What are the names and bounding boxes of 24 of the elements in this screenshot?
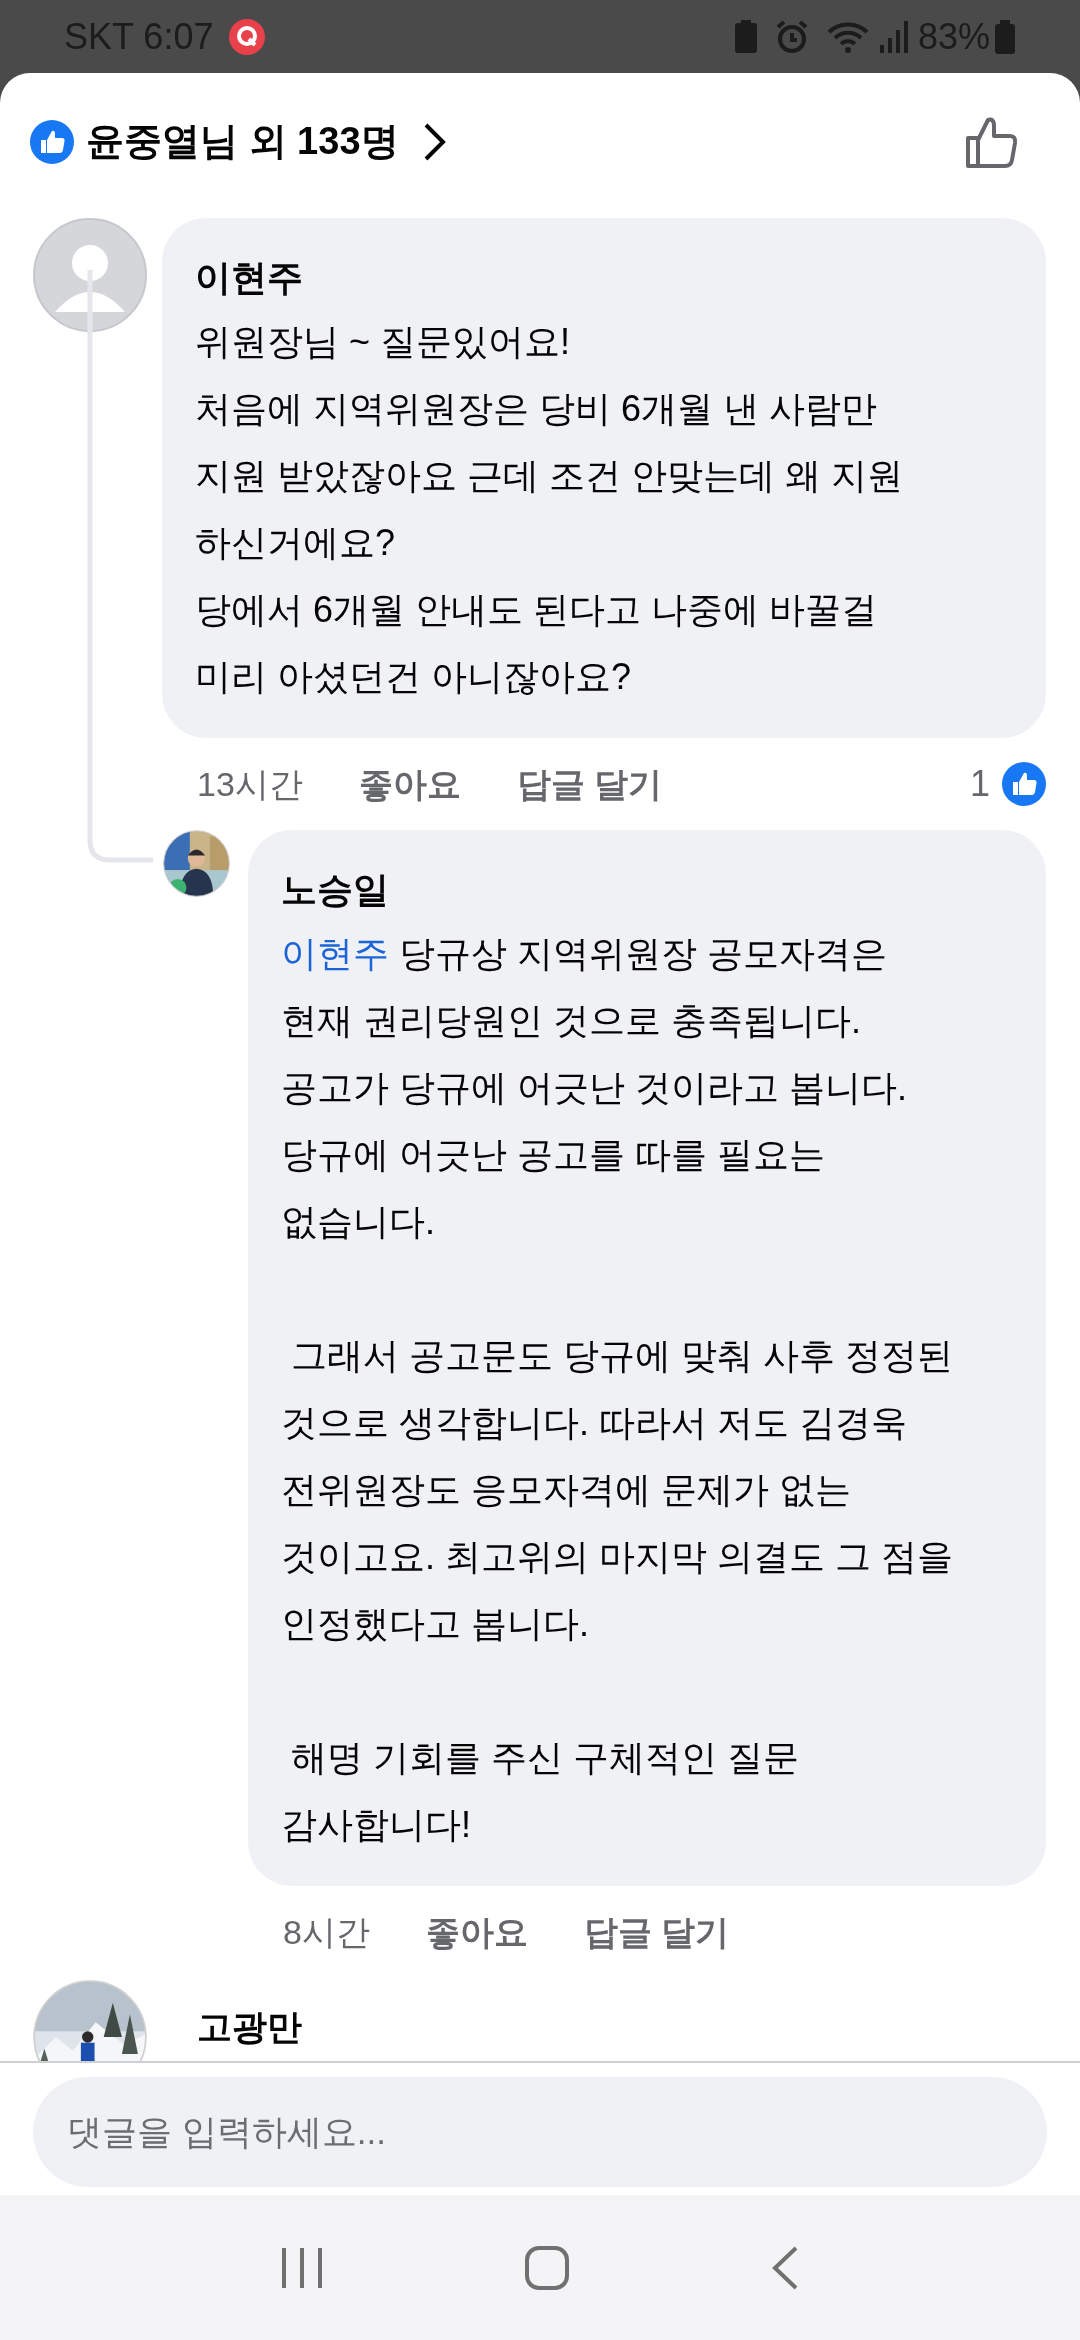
app-notification-icon (229, 18, 266, 55)
comment-input-field[interactable]: 댓글을 입력하세요... (33, 2077, 1047, 2187)
comment-time: 13시간 (197, 763, 303, 805)
reactions-link[interactable]: 윤중열님 외 133명 (30, 113, 447, 170)
like-link[interactable]: 좋아요 (358, 758, 461, 810)
comment-author: 이현주 (195, 256, 304, 300)
like-link[interactable]: 좋아요 (425, 1906, 528, 1958)
battery-icon (994, 19, 1016, 54)
comment-text: 위원장님 ~ 질문있어요! 처음에 지역위원장은 당비 6개월 낸 사람만 지원 받았잖아요 근데 조건 안맞는데 왜 지원 하신거에요? 당에서 6개월 안내도 된다고 나중에 바꿀걸 미리 아셨던건 아니잖아요? (195, 320, 904, 699)
signal-icon (879, 20, 910, 53)
reaction-count: 1 (969, 762, 990, 806)
comment-author: 고광만 (197, 2006, 302, 2048)
like-reaction-icon (1002, 762, 1046, 806)
back-icon[interactable] (771, 2244, 800, 2291)
reply-link[interactable]: 답글 달기 (583, 1906, 730, 1958)
recent-apps-icon[interactable] (280, 2245, 323, 2290)
comment-text: 이현주 당규상 지역위원장 공모자격은 현재 권리당원인 것으로 충족됩니다. 공고가 당규에 어긋난 것이라고 봅니다. 당규에 어긋난 공고를 따를 필요는 없습니다. 그래서 공고문도 당규에 맞춰 사후 정정된 것으로 생각합니다. 따라서 저도 김경욱 전위원장도 응모자격에 문제가 없는 것이고요. 최고위의 마지막 의결도 그 점을 인정했다고 봅니다. 해명 기회를 주신 구체적인 질문 감사합니다! (281, 932, 954, 1847)
mention-link[interactable]: 이현주 (281, 933, 389, 974)
like-reaction-icon (30, 119, 74, 164)
reply-link[interactable]: 답글 달기 (516, 758, 663, 810)
chevron-right-icon (422, 121, 447, 162)
comment-time: 8시간 (283, 1911, 370, 1953)
comment-author: 노승일 (281, 868, 390, 912)
home-icon[interactable] (524, 2244, 570, 2291)
